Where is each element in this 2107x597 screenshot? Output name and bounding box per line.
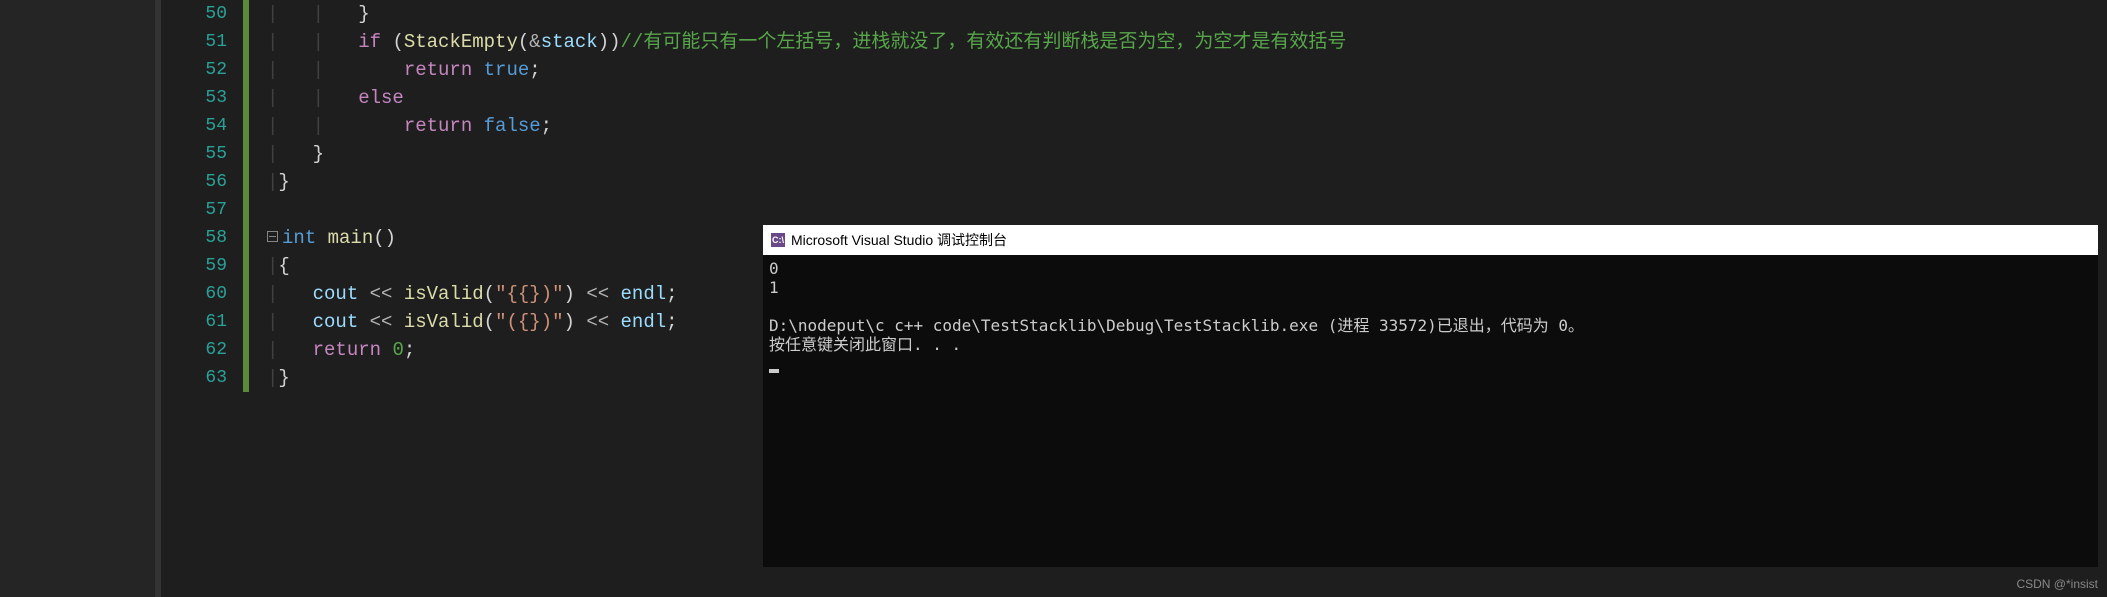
console-titlebar[interactable]: C:\ Microsoft Visual Studio 调试控制台 bbox=[763, 225, 2098, 255]
console-line: 0 bbox=[769, 259, 2092, 278]
console-output[interactable]: 0 1 D:\nodeput\c c++ code\TestStacklib\D… bbox=[763, 255, 2098, 377]
line-number: 61 bbox=[161, 308, 243, 336]
line-number: 51 bbox=[161, 28, 243, 56]
watermark: CSDN @*insist bbox=[2016, 577, 2098, 591]
code-line[interactable]: | } bbox=[267, 140, 2107, 168]
line-number: 62 bbox=[161, 336, 243, 364]
debug-console-window[interactable]: C:\ Microsoft Visual Studio 调试控制台 0 1 D:… bbox=[763, 225, 2098, 567]
code-line[interactable] bbox=[267, 196, 2107, 224]
console-line: 按任意键关闭此窗口. . . bbox=[769, 335, 2092, 354]
line-number: 55 bbox=[161, 140, 243, 168]
console-line: D:\nodeput\c c++ code\TestStacklib\Debug… bbox=[769, 316, 2092, 335]
cursor-icon bbox=[769, 369, 779, 373]
code-line[interactable]: | | else bbox=[267, 84, 2107, 112]
code-line[interactable]: | | return false; bbox=[267, 112, 2107, 140]
activity-sidebar bbox=[0, 0, 155, 597]
code-line[interactable]: | | if (StackEmpty(&stack))//有可能只有一个左括号，… bbox=[267, 28, 2107, 56]
line-number: 57 bbox=[161, 196, 243, 224]
line-number: 53 bbox=[161, 84, 243, 112]
code-line[interactable]: | | } bbox=[267, 0, 2107, 28]
line-number-gutter: 50 51 52 53 54 55 56 57 58 59 60 61 62 6… bbox=[161, 0, 243, 597]
line-number: 56 bbox=[161, 168, 243, 196]
fold-icon[interactable] bbox=[267, 231, 278, 242]
change-marker-column bbox=[243, 0, 267, 597]
line-number: 54 bbox=[161, 112, 243, 140]
line-number: 60 bbox=[161, 280, 243, 308]
visual-studio-icon: C:\ bbox=[771, 233, 785, 247]
line-number: 50 bbox=[161, 0, 243, 28]
code-line[interactable]: |} bbox=[267, 168, 2107, 196]
line-number: 58 bbox=[161, 224, 243, 252]
line-number: 52 bbox=[161, 56, 243, 84]
console-title: Microsoft Visual Studio 调试控制台 bbox=[791, 230, 1007, 250]
modified-marker bbox=[243, 0, 249, 392]
console-cursor-line bbox=[769, 354, 2092, 373]
code-line[interactable]: | | return true; bbox=[267, 56, 2107, 84]
console-line: 1 bbox=[769, 278, 2092, 297]
line-number: 63 bbox=[161, 364, 243, 392]
console-line bbox=[769, 297, 2092, 316]
line-number: 59 bbox=[161, 252, 243, 280]
